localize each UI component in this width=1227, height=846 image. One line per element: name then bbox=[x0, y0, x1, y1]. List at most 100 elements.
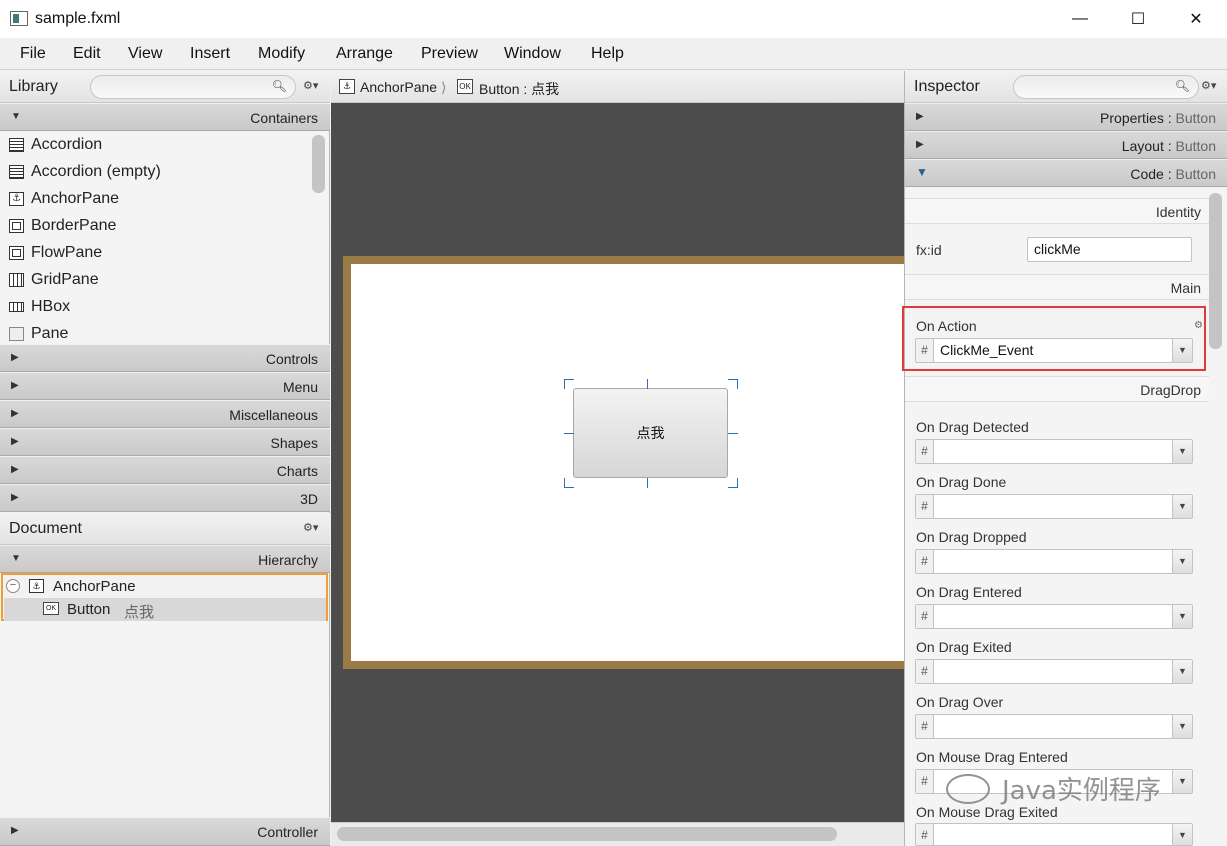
dropdown-arrow-icon[interactable]: ▼ bbox=[1172, 550, 1192, 573]
library-item-accordion[interactable]: Accordion bbox=[0, 132, 308, 159]
library-search-input[interactable]: 🔍︎ bbox=[90, 75, 296, 99]
search-icon: 🔍︎ bbox=[1174, 79, 1190, 93]
on-drag-entered-field[interactable]: # ▼ bbox=[915, 604, 1193, 629]
library-gear-icon[interactable]: ⚙▾ bbox=[303, 79, 318, 92]
resize-handle[interactable] bbox=[728, 478, 738, 488]
app-icon bbox=[10, 11, 28, 26]
section-value: Button bbox=[1175, 110, 1216, 126]
event-label: On Drag Entered bbox=[916, 584, 1022, 600]
design-canvas[interactable]: 点我 bbox=[331, 103, 904, 822]
borderpane-icon bbox=[9, 219, 24, 233]
settings-gear-icon[interactable]: ⚙ bbox=[1194, 320, 1203, 331]
section-hierarchy[interactable]: ▼ Hierarchy bbox=[0, 545, 330, 573]
resize-handle[interactable] bbox=[728, 379, 738, 389]
resize-handle[interactable] bbox=[647, 379, 648, 389]
section-3d[interactable]: ▶ 3D bbox=[0, 484, 330, 512]
library-item-anchorpane[interactable]: ⚓︎ AnchorPane bbox=[0, 186, 308, 213]
dropdown-arrow-icon[interactable]: ▼ bbox=[1172, 715, 1192, 738]
library-item-label: Pane bbox=[31, 325, 69, 342]
menu-arrange[interactable]: Arrange bbox=[336, 45, 393, 63]
section-label: Containers bbox=[250, 110, 318, 126]
breadcrumb-button[interactable]: Button : 点我 bbox=[479, 79, 559, 99]
breadcrumb: ⚓︎ AnchorPane ⟩ OK Button : 点我 bbox=[331, 71, 904, 103]
fxid-field[interactable]: clickMe bbox=[1027, 237, 1192, 262]
section-containers[interactable]: ▼ Containers bbox=[0, 103, 330, 131]
library-item-borderpane[interactable]: BorderPane bbox=[0, 213, 308, 240]
library-scrollbar[interactable] bbox=[312, 135, 325, 193]
inspector-gear-icon[interactable]: ⚙▾ bbox=[1201, 79, 1216, 92]
canvas-button[interactable]: 点我 bbox=[573, 388, 728, 478]
dropdown-arrow-icon[interactable]: ▼ bbox=[1172, 440, 1192, 463]
on-drag-detected-field[interactable]: # ▼ bbox=[915, 439, 1193, 464]
canvas-horizontal-scrollbar[interactable] bbox=[331, 822, 904, 846]
inspector-search-input[interactable]: 🔍︎ bbox=[1013, 75, 1199, 99]
resize-handle[interactable] bbox=[647, 478, 648, 488]
dropdown-arrow-icon[interactable]: ▼ bbox=[1172, 824, 1192, 845]
on-drag-dropped-field[interactable]: # ▼ bbox=[915, 549, 1193, 574]
minimize-button[interactable]: — bbox=[1051, 0, 1109, 38]
close-button[interactable]: ✕ bbox=[1167, 0, 1225, 38]
dropdown-arrow-icon[interactable]: ▼ bbox=[1172, 339, 1192, 362]
dropdown-arrow-icon[interactable]: ▼ bbox=[1172, 605, 1192, 628]
menu-insert[interactable]: Insert bbox=[190, 45, 230, 63]
menu-window[interactable]: Window bbox=[504, 45, 561, 63]
section-menu[interactable]: ▶ Menu bbox=[0, 372, 330, 400]
library-item-flowpane[interactable]: FlowPane bbox=[0, 240, 308, 267]
section-controller[interactable]: ▶ Controller bbox=[0, 817, 330, 846]
document-header: Document ⚙▾ bbox=[0, 513, 330, 545]
dropdown-arrow-icon[interactable]: ▼ bbox=[1172, 660, 1192, 683]
anchor-icon: ⚓︎ bbox=[339, 79, 355, 94]
group-dragdrop: DragDrop bbox=[905, 376, 1209, 402]
tree-node-label: Button bbox=[67, 601, 111, 618]
section-layout[interactable]: ▶ Layout : Button bbox=[905, 131, 1227, 159]
library-item-accordion-empty[interactable]: Accordion (empty) bbox=[0, 159, 308, 186]
on-mouse-drag-exited-field[interactable]: # ▼ bbox=[915, 823, 1193, 846]
resize-handle[interactable] bbox=[564, 478, 574, 488]
on-action-label: On Action bbox=[916, 318, 977, 334]
on-drag-over-field[interactable]: # ▼ bbox=[915, 714, 1193, 739]
section-value: Button bbox=[1175, 166, 1216, 182]
menu-preview[interactable]: Preview bbox=[421, 45, 478, 63]
library-item-label: FlowPane bbox=[31, 244, 103, 261]
resize-handle[interactable] bbox=[564, 433, 574, 434]
hash-icon: # bbox=[916, 550, 934, 573]
document-gear-icon[interactable]: ⚙▾ bbox=[303, 521, 318, 534]
maximize-button[interactable]: ☐ bbox=[1109, 0, 1167, 38]
menu-file[interactable]: File bbox=[20, 45, 46, 63]
section-label: Hierarchy bbox=[258, 552, 318, 568]
collapse-node-icon[interactable]: − bbox=[6, 579, 20, 593]
section-miscellaneous[interactable]: ▶ Miscellaneous bbox=[0, 400, 330, 428]
dropdown-arrow-icon[interactable]: ▼ bbox=[1172, 495, 1192, 518]
section-shapes[interactable]: ▶ Shapes bbox=[0, 428, 330, 456]
resize-handle[interactable] bbox=[564, 379, 574, 389]
section-charts[interactable]: ▶ Charts bbox=[0, 456, 330, 484]
resize-handle[interactable] bbox=[728, 433, 738, 434]
scrollbar-thumb[interactable] bbox=[337, 827, 837, 841]
on-drag-done-field[interactable]: # ▼ bbox=[915, 494, 1193, 519]
on-action-field[interactable]: # ClickMe_Event ▼ bbox=[915, 338, 1193, 363]
dropdown-arrow-icon[interactable]: ▼ bbox=[1172, 770, 1192, 793]
collapse-triangle-icon: ▼ bbox=[916, 165, 928, 179]
on-drag-exited-field[interactable]: # ▼ bbox=[915, 659, 1193, 684]
inspector-scrollbar[interactable] bbox=[1209, 193, 1222, 349]
hash-icon: # bbox=[916, 605, 934, 628]
section-properties[interactable]: ▶ Properties : Button bbox=[905, 103, 1227, 131]
breadcrumb-anchorpane[interactable]: AnchorPane bbox=[360, 79, 437, 95]
library-item-gridpane[interactable]: GridPane bbox=[0, 267, 308, 294]
tree-node-anchorpane[interactable]: − ⚓︎ AnchorPane bbox=[4, 575, 324, 598]
section-code[interactable]: ▼ Code : Button bbox=[905, 159, 1227, 187]
menu-edit[interactable]: Edit bbox=[73, 45, 101, 63]
library-item-label: HBox bbox=[31, 298, 71, 315]
anchor-icon: ⚓︎ bbox=[29, 579, 44, 593]
hash-icon: # bbox=[916, 440, 934, 463]
collapse-triangle-icon: ▼ bbox=[11, 111, 21, 122]
library-item-hbox[interactable]: HBox bbox=[0, 294, 308, 321]
menu-modify[interactable]: Modify bbox=[258, 45, 305, 63]
section-value: Button bbox=[1175, 138, 1216, 154]
tree-node-button[interactable]: OK Button 点我 bbox=[4, 598, 326, 621]
menu-view[interactable]: View bbox=[128, 45, 162, 63]
section-controls[interactable]: ▶ Controls bbox=[0, 344, 330, 372]
left-panel: Library 🔍︎ ⚙▾ ▼ Containers Accordion Acc… bbox=[0, 71, 330, 846]
library-header: Library 🔍︎ ⚙▾ bbox=[0, 71, 330, 103]
menu-help[interactable]: Help bbox=[591, 45, 624, 63]
